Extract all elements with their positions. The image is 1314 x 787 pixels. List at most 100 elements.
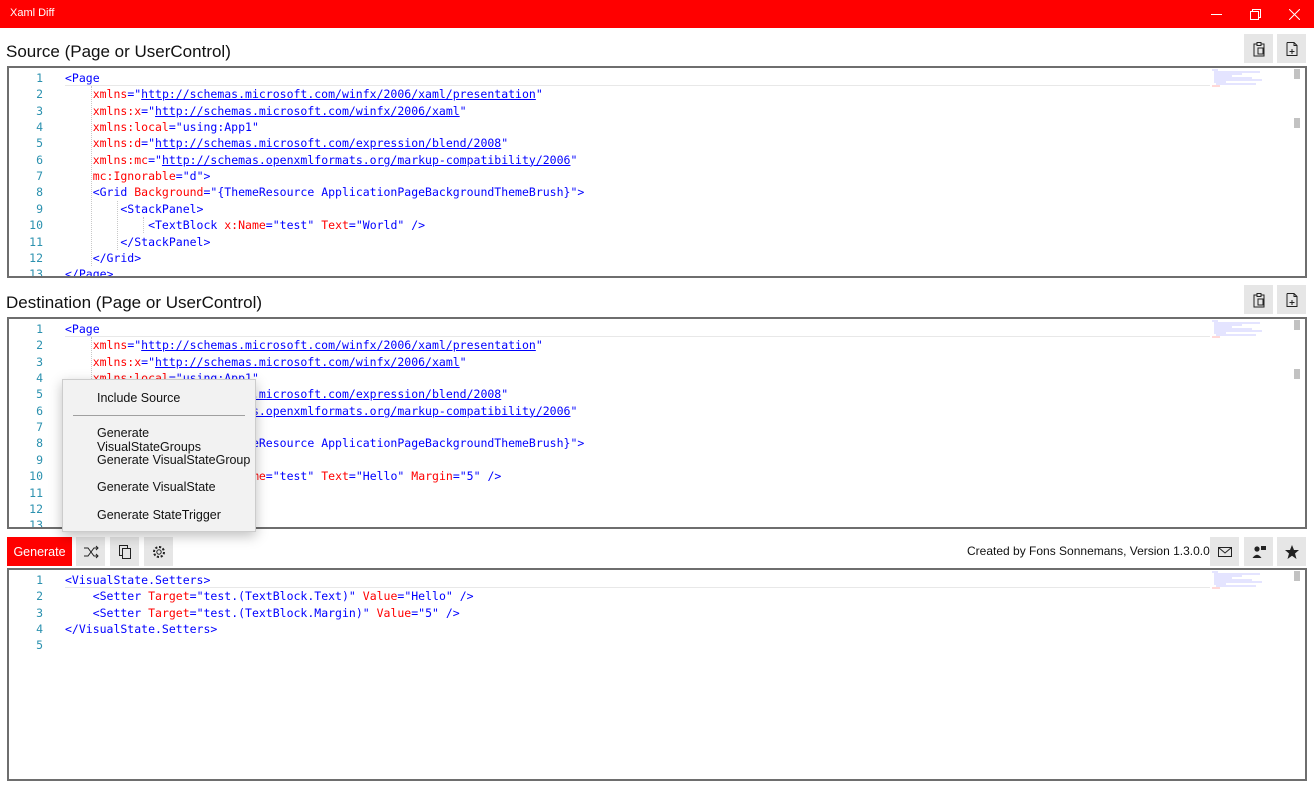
settings-button[interactable]	[144, 537, 173, 566]
code-token: <TextBlock	[65, 218, 218, 233]
code-token: "	[535, 87, 543, 102]
line-number: 1	[36, 573, 43, 587]
code-token[interactable]: http://schemas.microsoft.com/winfx/2006/…	[141, 338, 536, 352]
feedback-button[interactable]	[1244, 537, 1273, 566]
code-text: xmlns:x="http://schemas.microsoft.com/wi…	[65, 354, 467, 370]
code-token: ">	[196, 169, 211, 184]
copy-button[interactable]	[110, 537, 139, 566]
line-number: 2	[36, 589, 43, 604]
code-token: " />	[473, 469, 502, 484]
code-token: ="	[141, 103, 156, 118]
code-token: "	[362, 605, 370, 620]
line-number: 5	[36, 136, 43, 151]
minimap[interactable]	[1212, 320, 1264, 338]
code-token: </StackPanel>	[65, 234, 211, 249]
menu-item-generate-statetrigger[interactable]: Generate StateTrigger	[97, 508, 221, 522]
code-token: <Setter	[65, 605, 142, 620]
email-button[interactable]	[1210, 537, 1239, 566]
code-text: xmlns:d="http://schemas.microsoft.com/ex…	[65, 135, 508, 151]
code-token: <StackPanel>	[65, 201, 204, 216]
rate-button[interactable]	[1277, 537, 1306, 566]
code-token: xmlns	[65, 338, 128, 353]
code-text: xmlns:x="http://schemas.microsoft.com/wi…	[65, 103, 467, 119]
source-editor[interactable]: 1 <Page 2 xmlns="http://schemas.microsoft.…	[7, 66, 1307, 278]
menu-item-generate-visualstategroup[interactable]: Generate VisualStateGroup	[97, 453, 250, 467]
scrollbar-marker[interactable]	[1294, 320, 1300, 330]
restore-icon	[1249, 8, 1261, 20]
code-token[interactable]: http://schemas.microsoft.com/expression/…	[155, 136, 501, 150]
open-file-icon	[1286, 41, 1297, 56]
star-icon	[1284, 544, 1299, 559]
code-token: <VisualState.Setters>	[65, 573, 211, 587]
line-number: 5	[36, 638, 43, 653]
line-number: 10	[29, 218, 43, 233]
line-number: 5	[36, 387, 43, 402]
code-token: ">	[570, 185, 585, 200]
line-number: 2	[36, 338, 43, 353]
destination-paste-button[interactable]	[1244, 285, 1273, 314]
generate-options-menu: Include Source Generate VisualStateGroup…	[62, 379, 256, 532]
code-token[interactable]: http://schemas.microsoft.com/winfx/2006/…	[155, 355, 460, 369]
code-text: <VisualState.Setters>	[65, 572, 210, 588]
code-token: "	[570, 403, 578, 418]
line-number: 13	[29, 267, 43, 278]
code-text: <Page	[65, 70, 100, 86]
source-open-file-button[interactable]	[1277, 34, 1306, 63]
paste-icon	[1253, 292, 1264, 307]
scrollbar-marker[interactable]	[1294, 369, 1300, 379]
code-token: 5	[425, 605, 433, 620]
code-token: test	[279, 469, 308, 484]
menu-item-generate-visualstate[interactable]: Generate VisualState	[97, 480, 216, 494]
code-token: ="	[411, 605, 426, 620]
menu-separator	[73, 415, 245, 416]
code-token: xmlns:local	[65, 120, 169, 135]
code-token: ="	[175, 169, 190, 184]
shuffle-button[interactable]	[76, 537, 105, 566]
code-token: <Grid	[65, 185, 128, 200]
code-token[interactable]: http://schemas.microsoft.com/winfx/2006/…	[141, 87, 536, 101]
code-token: xmlns:x	[65, 103, 142, 118]
restore-button[interactable]	[1236, 0, 1274, 28]
line-number: 4	[36, 622, 43, 637]
code-text: <Setter Target="test.(TextBlock.Margin)"…	[65, 605, 460, 621]
menu-item-generate-visualstategroups[interactable]: Generate VisualStateGroups	[97, 426, 255, 454]
line-number: 3	[36, 354, 43, 369]
code-text: </Grid>	[65, 250, 141, 266]
output-editor[interactable]: 1 <VisualState.Setters> 2 <Setter Target="…	[7, 568, 1307, 781]
code-token: Margin	[404, 469, 453, 484]
code-token: ="	[127, 338, 142, 353]
code-token: ="	[348, 469, 363, 484]
code-token[interactable]: http://schemas.openxmlformats.org/markup…	[162, 153, 571, 167]
minimize-icon	[1210, 13, 1222, 15]
code-token[interactable]: http://schemas.microsoft.com/winfx/2006/…	[155, 104, 460, 118]
minimap[interactable]	[1212, 69, 1264, 87]
indent-guide	[143, 217, 144, 234]
line-number: 7	[36, 169, 43, 184]
code-text: mc:Ignorable="d">	[65, 168, 211, 184]
code-token: ="	[203, 185, 218, 200]
close-button[interactable]	[1275, 0, 1313, 28]
minimize-button[interactable]	[1197, 0, 1235, 28]
window-title: Xaml Diff	[10, 7, 55, 19]
code-token: using:App1	[182, 120, 252, 135]
mail-icon	[1217, 546, 1232, 557]
code-token: " />	[445, 589, 474, 604]
indent-guide	[91, 86, 92, 267]
scrollbar-marker[interactable]	[1294, 118, 1300, 128]
code-token: Target	[141, 589, 190, 604]
line-number: 3	[36, 605, 43, 620]
line-number: 3	[36, 103, 43, 118]
code-token: Background	[127, 185, 204, 200]
code-text: <Setter Target="test.(TextBlock.Text)" V…	[65, 588, 474, 604]
code-text: xmlns:local="using:App1"	[65, 119, 259, 135]
destination-open-file-button[interactable]	[1277, 285, 1306, 314]
code-token: 5	[466, 469, 474, 484]
menu-item-include-source[interactable]: Include Source	[97, 391, 180, 405]
scrollbar-marker[interactable]	[1294, 69, 1300, 79]
scrollbar-marker[interactable]	[1294, 571, 1300, 581]
minimap[interactable]	[1212, 571, 1264, 589]
code-token: ="	[265, 218, 280, 233]
source-paste-button[interactable]	[1244, 34, 1273, 63]
generate-button[interactable]: Generate	[7, 537, 72, 566]
code-token: xmlns	[65, 87, 128, 102]
